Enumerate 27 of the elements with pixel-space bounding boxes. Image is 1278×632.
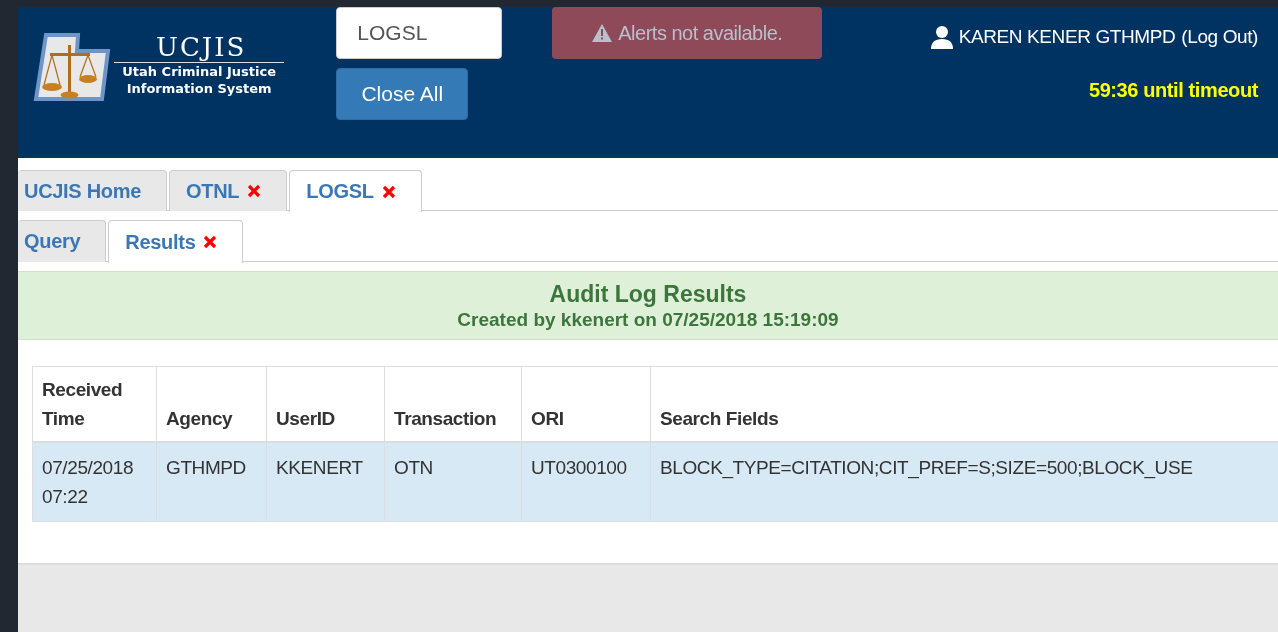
tab[interactable]: Results [108, 220, 244, 263]
logo-subtitle: Utah Criminal Justice [122, 62, 277, 80]
tab[interactable]: LOGSL [289, 170, 422, 212]
close-all-button[interactable]: Close All [336, 68, 469, 120]
table-cell: 07/25/2018 07:22 [32, 442, 157, 522]
tab[interactable]: OTNL [169, 170, 288, 211]
tab[interactable]: UCJIS Home [18, 170, 168, 211]
table-cell: UT0300100 [521, 442, 651, 522]
close-icon[interactable] [381, 184, 396, 199]
banner-title: Audit Log Results [549, 281, 747, 308]
user-name: KAREN KENER GTHMPD [958, 26, 1176, 48]
table-row[interactable]: 07/25/2018 07:22 GTHMPD KKENERT OTN UT0300100 BLOCK_TYPE=CITATION;CIT_PREF=S;SIZE=500;BLOCK_USE [32, 442, 1278, 522]
user-icon [930, 25, 953, 49]
banner-subtitle: Created by kkenert on 07/25/2018 15:19:09 [457, 308, 839, 331]
table-cell: KKENERT [266, 442, 385, 522]
logout-link[interactable]: (Log Out) [1181, 26, 1258, 48]
warning-icon [592, 24, 613, 42]
close-icon[interactable] [247, 184, 262, 198]
table-cell: GTHMPD [156, 442, 267, 522]
tab[interactable]: Query [18, 220, 107, 262]
logo-title: UCJIS [114, 31, 285, 63]
timeout-text: 59:36 until timeout [1088, 79, 1258, 102]
logo-subtitle: Information System [126, 79, 272, 97]
table-cell: BLOCK_TYPE=CITATION;CIT_PREF=S;SIZE=500;BLOCK_USE [650, 442, 1278, 522]
command-field[interactable]: LOGSL [336, 7, 503, 59]
table-cell: OTN [384, 442, 522, 522]
close-icon[interactable] [203, 235, 218, 249]
